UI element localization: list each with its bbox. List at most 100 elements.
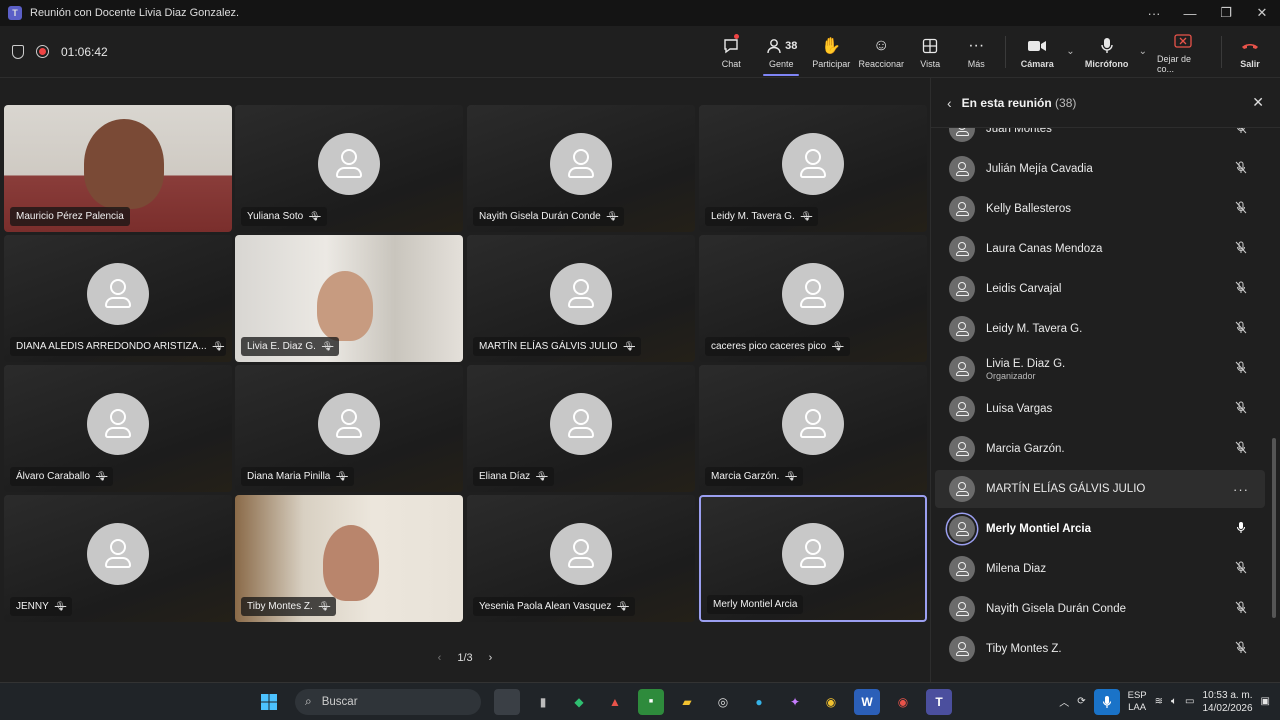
participant-row[interactable]: Leidis Carvajal [935,270,1265,308]
video-tile[interactable]: Diana Maria Pinilla 🎙︎ [235,365,463,492]
raise-hand-button[interactable]: ✋ Participar [807,26,855,78]
video-tile[interactable]: caceres pico caceres pico 🎙︎ [699,235,927,362]
participant-role: Organizador [986,370,1036,381]
video-tile[interactable]: Livia E. Diaz G. 🎙︎ [235,235,463,362]
teams-icon[interactable]: T [926,688,952,715]
more-options-icon[interactable]: ··· [1231,482,1251,497]
mic-off-icon[interactable] [1231,561,1251,577]
participant-row[interactable]: Luisa Vargas [935,390,1265,428]
chrome-icon[interactable]: ◉ [818,689,844,715]
participant-row[interactable]: Laura Canas Mendoza [935,230,1265,268]
language-indicator[interactable]: ESP LAA [1128,690,1147,714]
edge-icon[interactable]: ● [746,689,772,715]
word-icon[interactable]: W [854,688,880,715]
volume-icon[interactable]: 🔈︎ [1171,696,1177,707]
prev-page-icon[interactable]: ‹ [438,652,442,664]
panel-scrollbar[interactable] [1272,438,1276,618]
more-button[interactable]: ··· Más [953,26,999,78]
participant-name-tag: JENNY 🎙︎ [10,597,73,616]
mic-off-icon[interactable] [1231,601,1251,617]
window-more-icon[interactable]: ··· [1136,0,1172,26]
mic-in-use-icon[interactable] [1093,688,1120,715]
wifi-icon[interactable]: ≋ [1155,696,1163,707]
page-indicator: 1/3 [457,652,473,664]
close-window-button[interactable]: ✕ [1244,0,1280,26]
shield-icon[interactable] [12,44,24,59]
mic-off-icon[interactable] [1231,241,1251,257]
mic-off-icon[interactable] [1231,321,1251,337]
camera-options-chevron-icon[interactable]: ⌄ [1066,46,1074,57]
avatar-icon [949,596,975,622]
participant-row[interactable]: Nayith Gisela Durán Conde [935,590,1265,628]
mic-off-icon[interactable] [1231,128,1251,137]
avatar-icon [782,262,844,325]
maximize-button[interactable]: ❐ [1208,0,1244,26]
mic-off-icon[interactable] [1231,281,1251,297]
video-tile[interactable]: Yesenia Paola Alean Vasquez 🎙︎ [467,495,695,622]
video-tile[interactable]: JENNY 🎙︎ [4,495,232,622]
mic-off-icon[interactable] [1231,401,1251,417]
copilot-icon[interactable]: ✦ [782,689,808,715]
stop-sharing-button[interactable]: Dejar de co... [1151,26,1215,78]
app-icon-3[interactable]: ▲ [602,689,628,715]
mic-on-icon[interactable] [1231,521,1251,537]
mic-off-icon[interactable] [1231,161,1251,177]
participant-name-tag: MARTÍN ELÍAS GÁLVIS JULIO 🎙︎ [473,337,641,356]
app-icon-4[interactable]: ■ [638,688,664,715]
video-tile[interactable]: Marcia Garzón. 🎙︎ [699,365,927,492]
video-tile[interactable]: Tiby Montes Z. 🎙︎ [235,495,463,622]
camera-button[interactable]: Cámara [1012,26,1062,78]
mic-off-icon[interactable] [1231,441,1251,457]
people-button[interactable]: 38 Gente [755,26,807,78]
clock[interactable]: 10:53 a. m. 14/02/2026 [1202,689,1252,715]
notification-icon[interactable]: ▣ [1261,696,1270,707]
participant-row[interactable]: Juan Montes [935,128,1265,148]
hand-icon: ✋ [821,37,842,55]
video-tile[interactable]: Merly Montiel Arcia [699,495,927,622]
mic-button[interactable]: Micrófono [1079,26,1135,78]
app-icon-2[interactable]: ◆ [566,689,592,715]
taskbar-search[interactable]: ⌕ Buscar [295,688,481,715]
minimize-button[interactable]: — [1172,0,1208,26]
file-explorer-icon[interactable]: ▰ [674,689,700,715]
leave-button[interactable]: Salir [1228,26,1272,78]
app-icon-5[interactable]: ◎ [710,689,736,715]
video-tile[interactable]: MARTÍN ELÍAS GÁLVIS JULIO 🎙︎ [467,235,695,362]
sync-icon[interactable]: ⟳ [1077,696,1085,707]
video-tile[interactable]: Leidy M. Tavera G. 🎙︎ [699,105,927,232]
view-button[interactable]: Vista [907,26,953,78]
video-tile[interactable]: Yuliana Soto 🎙︎ [235,105,463,232]
participant-row[interactable]: Julián Mejía Cavadia [935,150,1265,188]
video-tile[interactable]: Mauricio Pérez Palencia [4,105,232,232]
participant-row[interactable]: Kelly Ballesteros [935,190,1265,228]
participant-row[interactable]: Marcia Garzón. [935,430,1265,468]
participant-row[interactable]: Tiby Montes Z. [935,630,1265,668]
close-panel-icon[interactable]: ✕ [1252,94,1264,111]
participant-row[interactable]: MARTÍN ELÍAS GÁLVIS JULIO ··· [935,470,1265,508]
participant-name: MARTÍN ELÍAS GÁLVIS JULIO [479,341,618,352]
mic-options-chevron-icon[interactable]: ⌄ [1139,46,1147,57]
battery-icon[interactable]: ▭ [1185,696,1194,707]
video-tile[interactable]: DIANA ALEDIS ARREDONDO ARISTIZA... 🎙︎ [4,235,232,362]
participant-row[interactable]: Livia E. Diaz G. Organizador [935,350,1265,388]
participant-row[interactable]: Milena Diaz [935,550,1265,588]
video-tile[interactable]: Nayith Gisela Durán Conde 🎙︎ [467,105,695,232]
react-button[interactable]: ☺ Reaccionar [855,26,907,78]
mic-off-icon[interactable] [1231,641,1251,657]
participant-row[interactable]: Merly Montiel Arcia [935,510,1265,548]
participant-name: Luisa Vargas [986,403,1053,415]
mic-off-icon[interactable] [1231,361,1251,377]
back-arrow-icon[interactable]: ‹ [947,95,952,111]
task-view-icon[interactable] [494,688,520,715]
recording-icon[interactable] [36,45,49,58]
windows-start-icon[interactable] [256,689,282,715]
next-page-icon[interactable]: › [489,652,493,664]
tray-chevron-icon[interactable]: ︿ [1059,694,1069,709]
participant-row[interactable]: Leidy M. Tavera G. [935,310,1265,348]
app-icon-1[interactable]: ▮ [530,689,556,715]
mic-off-icon[interactable] [1231,201,1251,217]
video-tile[interactable]: Álvaro Caraballo 🎙︎ [4,365,232,492]
chrome-icon-2[interactable]: ◉ [890,689,916,715]
chat-button[interactable]: Chat [707,26,755,78]
video-tile[interactable]: Eliana Díaz 🎙︎ [467,365,695,492]
